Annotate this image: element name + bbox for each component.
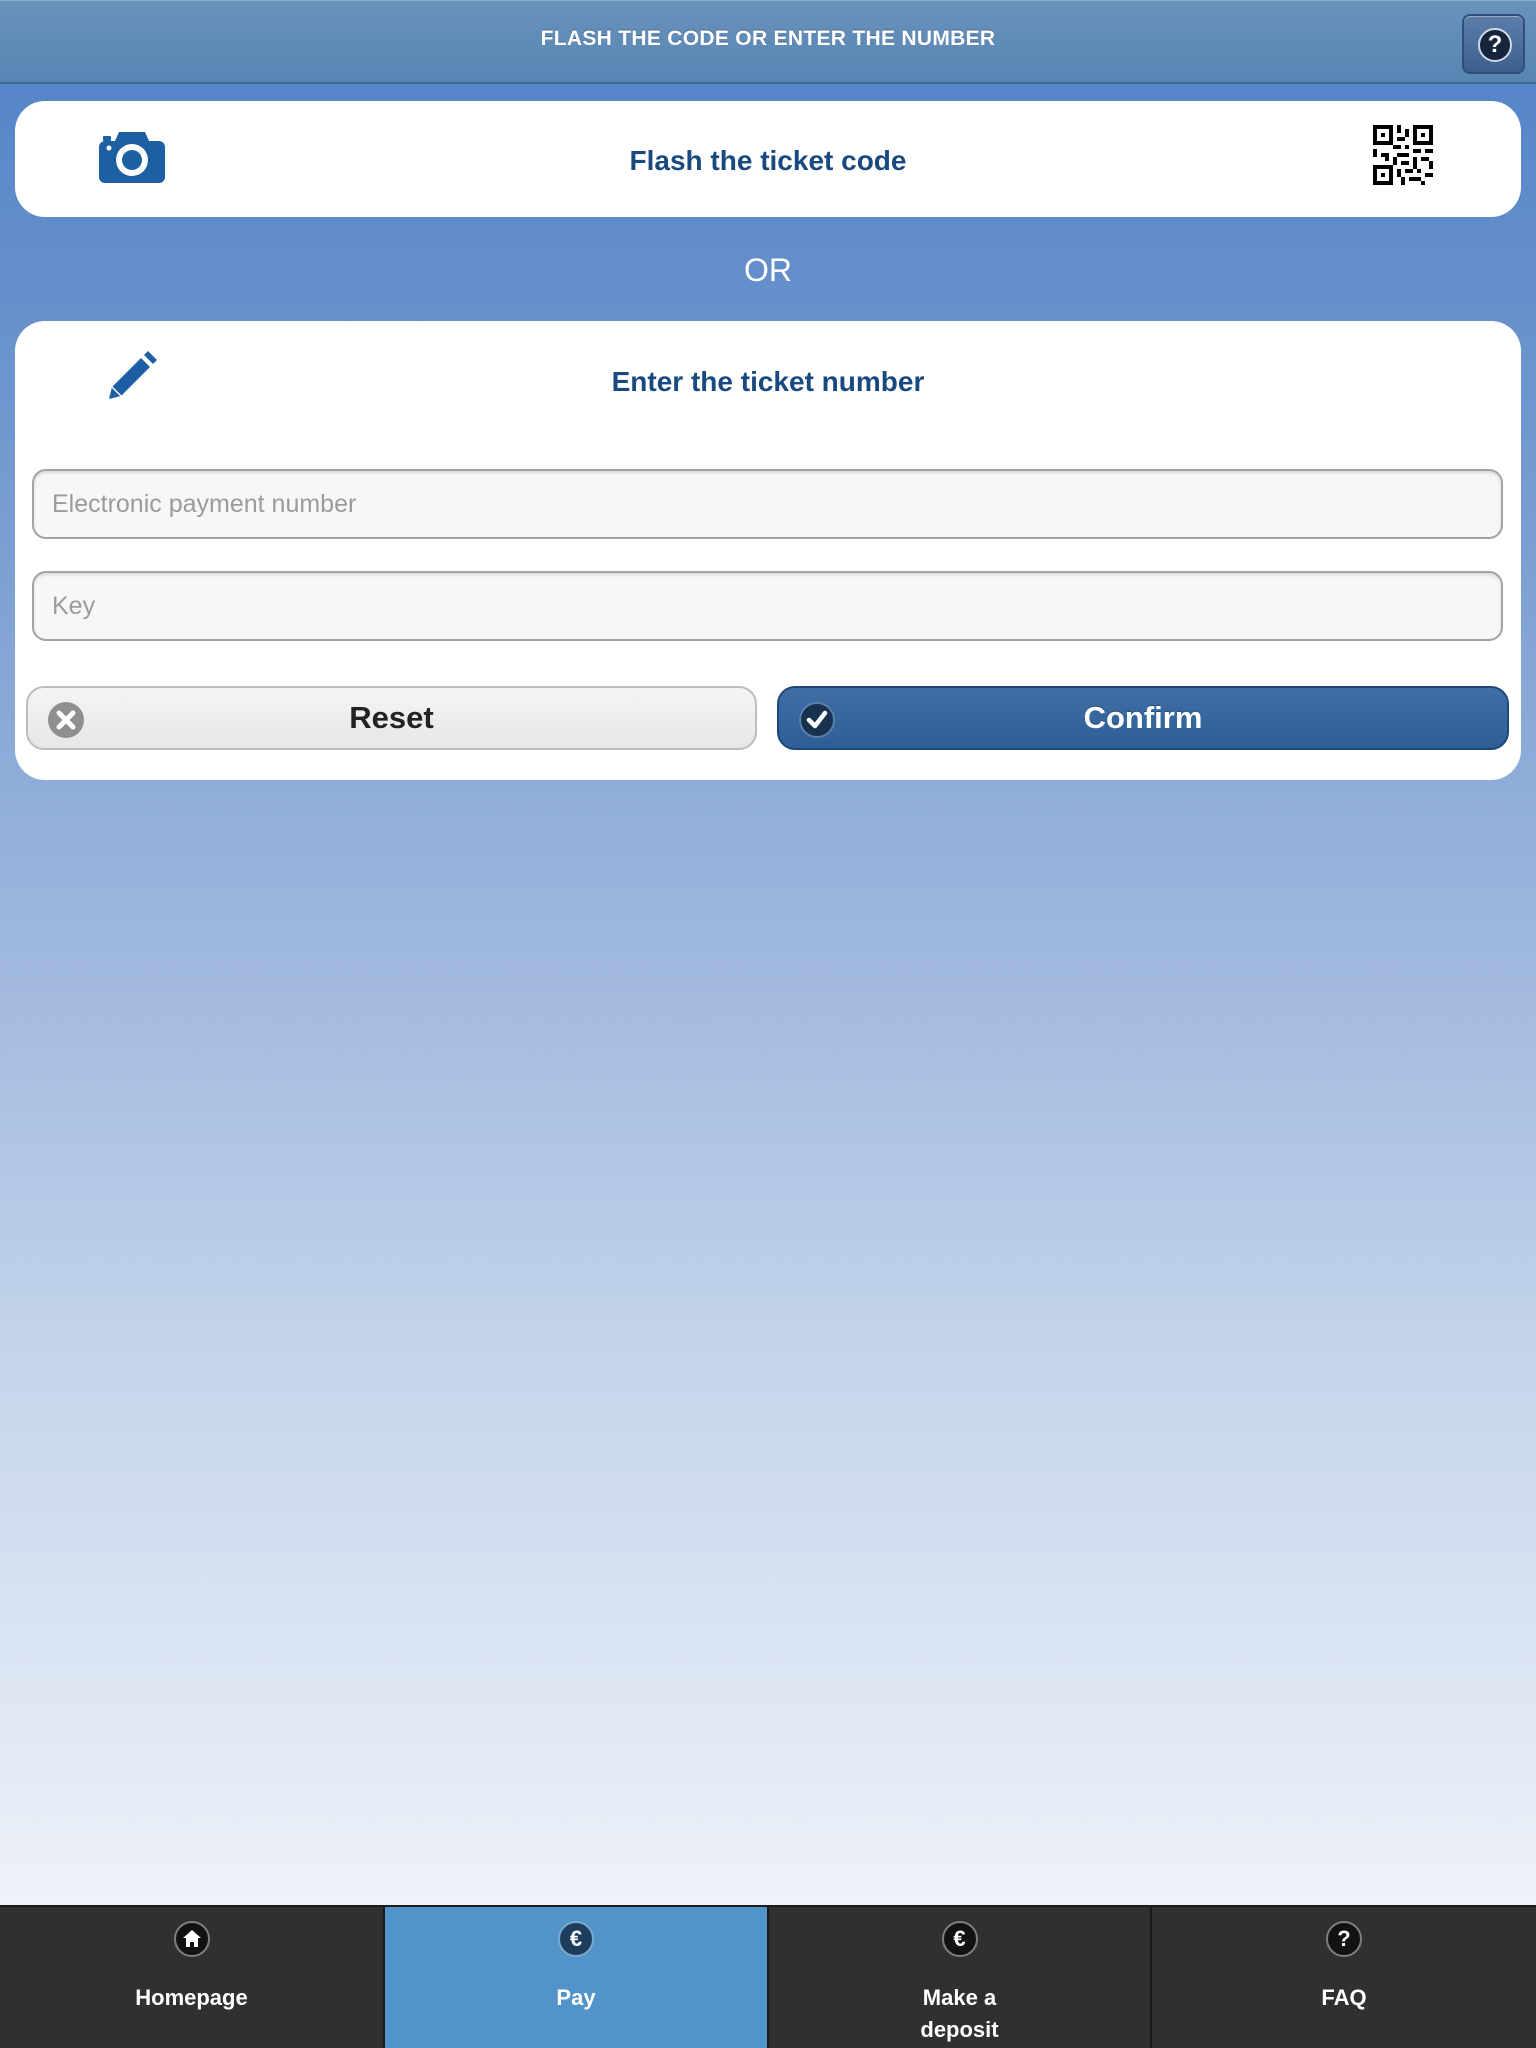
qr-code-icon — [1373, 125, 1433, 185]
or-separator: OR — [744, 252, 792, 288]
enter-card-title: Enter the ticket number — [611, 366, 925, 397]
tab-pay-label: Pay — [556, 1985, 596, 2010]
confirm-label: Confirm — [1083, 700, 1203, 735]
tab-make-deposit-line-2: deposit — [920, 2017, 999, 2042]
bottom-tab-bar: Homepage € Pay € Make a deposit ? FAQ — [0, 1905, 1536, 2048]
reset-button[interactable]: Reset — [26, 686, 757, 750]
tab-faq[interactable]: ? FAQ — [1150, 1907, 1536, 2048]
key-input[interactable] — [32, 571, 1503, 641]
tab-make-deposit-label: Make a deposit — [769, 1982, 1150, 2046]
euro-icon: € — [941, 1921, 978, 1957]
tab-faq-label: FAQ — [1321, 1985, 1367, 2010]
payment-number-input[interactable] — [32, 469, 1503, 539]
question-icon: ? — [1478, 28, 1512, 62]
tab-make-deposit-line-1: Make a — [922, 1985, 997, 2010]
tab-pay[interactable]: € Pay — [383, 1907, 767, 2048]
euro-icon: € — [558, 1921, 594, 1957]
check-icon — [799, 702, 835, 738]
page-title: FLASH THE CODE OR ENTER THE NUMBER — [540, 27, 996, 50]
help-button[interactable]: ? — [1462, 14, 1525, 74]
close-icon — [48, 702, 84, 738]
confirm-button[interactable]: Confirm — [777, 686, 1509, 750]
top-bar: FLASH THE CODE OR ENTER THE NUMBER ? — [0, 0, 1536, 84]
tab-make-deposit[interactable]: € Make a deposit — [767, 1907, 1150, 2048]
reset-label: Reset — [349, 700, 434, 735]
home-icon — [173, 1921, 210, 1957]
tab-homepage[interactable]: Homepage — [0, 1907, 383, 2048]
question-icon: ? — [1326, 1921, 1362, 1957]
tab-homepage-label: Homepage — [135, 1985, 248, 2010]
flash-code-card[interactable]: Flash the ticket code — [15, 101, 1521, 217]
enter-number-card: Enter the ticket number Reset Confirm — [15, 321, 1521, 780]
flash-card-title: Flash the ticket code — [629, 145, 907, 176]
